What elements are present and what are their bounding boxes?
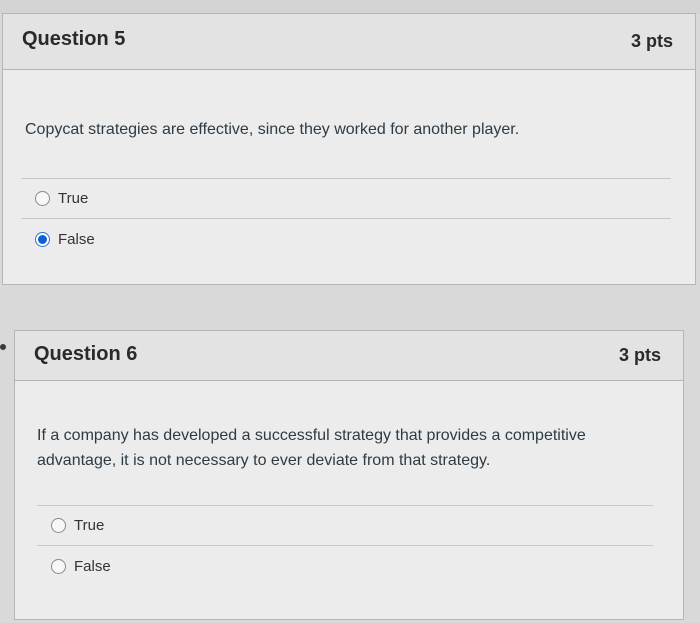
answer-list: True False (21, 178, 671, 259)
radio-button[interactable] (51, 518, 66, 533)
question-title: Question 5 (22, 28, 126, 50)
radio-button-selected[interactable] (35, 231, 50, 247)
question-text: Copycat strategies are effective, since … (25, 121, 520, 138)
question-text: If a company has developed a successful … (37, 427, 586, 469)
answer-option-true[interactable]: True (37, 506, 653, 546)
top-strip (0, 0, 700, 14)
answer-option-false[interactable]: False (37, 546, 653, 586)
question-points: 3 pts (630, 31, 673, 51)
question-body: If a company has developed a successful … (15, 381, 683, 619)
question-body: Copycat strategies are effective, since … (3, 70, 695, 284)
bullet-marker (0, 344, 6, 350)
answer-list: True False (37, 505, 653, 586)
answer-label[interactable]: True (74, 517, 104, 534)
answer-option-true[interactable]: True (21, 179, 671, 219)
answer-label[interactable]: False (58, 231, 95, 248)
question-header: Question 6 3 pts (15, 331, 683, 381)
question-card: Question 6 3 pts If a company has develo… (14, 330, 684, 620)
answer-label[interactable]: True (58, 190, 88, 207)
answer-label[interactable]: False (74, 558, 111, 575)
question-header: Question 5 3 pts (3, 14, 695, 70)
radio-button[interactable] (35, 191, 50, 206)
question-title: Question 6 (34, 343, 138, 365)
question-card: Question 5 3 pts Copycat strategies are … (2, 13, 696, 285)
answer-option-false[interactable]: False (21, 219, 671, 259)
question-points: 3 pts (618, 345, 661, 365)
radio-button[interactable] (51, 558, 66, 574)
